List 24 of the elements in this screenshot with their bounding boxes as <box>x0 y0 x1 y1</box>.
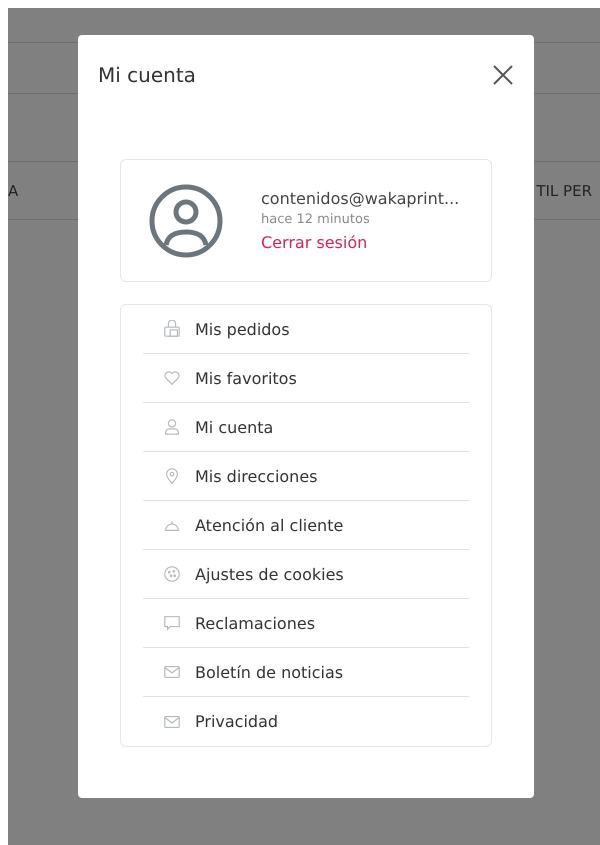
avatar-icon <box>149 184 223 258</box>
heart-icon <box>163 369 181 387</box>
bag-icon <box>163 320 181 338</box>
table-heading: TIL PER <box>536 182 592 200</box>
menu-item[interactable]: Ajustes de cookies <box>143 550 469 599</box>
logout-link[interactable]: Cerrar sesión <box>261 233 460 252</box>
menu-item[interactable]: Mis pedidos <box>143 305 469 354</box>
dialog-title: Mi cuenta <box>98 63 196 87</box>
cookie-icon <box>163 565 181 583</box>
menu-item[interactable]: Mi cuenta <box>143 403 469 452</box>
menu-item[interactable]: Reclamaciones <box>143 599 469 648</box>
envelope-icon <box>163 663 181 681</box>
menu-item[interactable]: Atención al cliente <box>143 501 469 550</box>
table-heading: A <box>8 182 18 200</box>
menu-item[interactable]: Boletín de noticias <box>143 648 469 697</box>
last-seen-text: hace 12 minutos <box>261 212 371 227</box>
menu-item[interactable]: Mis favoritos <box>143 354 469 403</box>
user-email: contenidos@wakaprint... <box>261 189 460 208</box>
speech-bubble-icon <box>163 614 181 632</box>
person-icon <box>163 418 181 436</box>
menu-item[interactable]: Mis direcciones <box>143 452 469 501</box>
menu-item[interactable]: Privacidad <box>143 697 469 746</box>
close-button[interactable] <box>492 64 514 86</box>
location-pin-icon <box>163 467 181 485</box>
